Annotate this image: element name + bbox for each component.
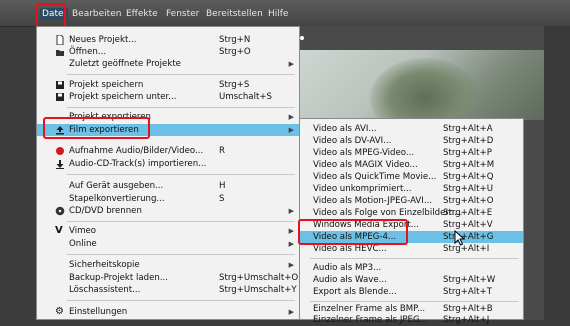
menu-item-cleanup-wizard[interactable]: Löschassistent... Strg+Umschalt+Y: [37, 284, 299, 296]
submenu-item-magix-video[interactable]: Video als MAGIX Video... Strg+Alt+M: [300, 159, 523, 171]
menu-bearbeiten[interactable]: Bearbeiten: [72, 9, 121, 19]
submenu-item-avi[interactable]: Video als AVI... Strg+Alt+A: [300, 123, 523, 135]
preview-image: [300, 50, 544, 120]
menu-item-settings[interactable]: ⚙ Einstellungen ▶: [37, 306, 299, 318]
submenu-item-mpeg[interactable]: Video als MPEG-Video... Strg+Alt+P: [300, 147, 523, 159]
separator: [67, 74, 295, 75]
new-document-icon: [56, 35, 64, 45]
export-submenu: Video als AVI... Strg+Alt+A Video als DV…: [299, 118, 524, 325]
submenu-item-dv-avi[interactable]: Video als DV-AVI... Strg+Alt+D: [300, 135, 523, 147]
submenu-item-mp3[interactable]: Audio als MP3...: [300, 262, 523, 274]
disc-icon: [55, 206, 65, 216]
gear-icon: ⚙: [55, 306, 64, 317]
open-folder-icon: [56, 50, 64, 56]
submenu-arrow-icon: ▶: [288, 227, 294, 235]
submenu-item-frame-jpeg[interactable]: Einzelner Frame als JPEG... Strg+Alt+J: [300, 314, 523, 326]
menu-effekte[interactable]: Effekte: [126, 9, 158, 19]
submenu-arrow-icon: ▶: [288, 126, 294, 134]
menu-fenster[interactable]: Fenster: [166, 9, 199, 19]
monitor-dot: [300, 36, 304, 40]
submenu-item-uncompressed[interactable]: Video unkomprimiert... Strg+Alt+U: [300, 183, 523, 195]
submenu-item-mpeg4[interactable]: Video als MPEG-4... Strg+Alt+G: [300, 231, 523, 243]
submenu-arrow-icon: ▶: [288, 60, 294, 68]
menu-bereitstellen[interactable]: Bereitstellen: [206, 9, 263, 19]
separator: [67, 221, 295, 222]
separator: [67, 254, 295, 255]
menu-datei[interactable]: Datei: [40, 8, 69, 20]
submenu-arrow-icon: ▶: [288, 308, 294, 316]
separator: [310, 258, 519, 259]
menu-item-load-backup[interactable]: Backup-Projekt laden... Strg+Umschalt+O: [37, 272, 299, 284]
save-as-icon: [56, 93, 64, 101]
menu-item-batch-convert[interactable]: Stapelkonvertierung... S: [37, 193, 299, 205]
menu-item-open[interactable]: Öffnen... Strg+O: [37, 46, 299, 58]
menu-hilfe[interactable]: Hilfe: [268, 9, 288, 19]
menu-item-new-project[interactable]: Neues Projekt... Strg+N: [37, 34, 299, 46]
submenu-item-wave[interactable]: Audio als Wave... Strg+Alt+W: [300, 274, 523, 286]
submenu-item-quicktime[interactable]: Video als QuickTime Movie... Strg+Alt+Q: [300, 171, 523, 183]
submenu-arrow-icon: ▶: [288, 261, 294, 269]
submenu-item-motion-jpeg[interactable]: Video als Motion-JPEG-AVI... Strg+Alt+O: [300, 195, 523, 207]
menu-item-import-cd[interactable]: Audio-CD-Track(s) importieren...: [37, 158, 299, 170]
file-menu: Neues Projekt... Strg+N Öffnen... Strg+O…: [36, 26, 300, 320]
separator: [67, 174, 295, 175]
menu-item-online[interactable]: Online ▶: [37, 238, 299, 250]
submenu-item-blend[interactable]: Export als Blende... Strg+Alt+T: [300, 286, 523, 298]
record-icon: [56, 147, 64, 155]
menu-item-vimeo[interactable]: V Vimeo ▶: [37, 225, 299, 237]
submenu-arrow-icon: ▶: [288, 113, 294, 121]
separator: [67, 300, 295, 301]
menu-item-burn-disc[interactable]: CD/DVD brennen ▶: [37, 205, 299, 217]
menu-item-export-project[interactable]: Projekt exportieren ▶: [37, 111, 299, 123]
submenu-item-windows-media[interactable]: Windows Media Export... Strg+Alt+V: [300, 219, 523, 231]
menu-item-save-project[interactable]: Projekt speichern Strg+S: [37, 79, 299, 91]
menu-item-backup[interactable]: Sicherheitskopie ▶: [37, 259, 299, 271]
menu-bar: Datei Bearbeiten Effekte Fenster Bereits…: [0, 0, 570, 27]
menu-item-recent-projects[interactable]: Zuletzt geöffnete Projekte ▶: [37, 58, 299, 70]
submenu-arrow-icon: ▶: [288, 240, 294, 248]
vimeo-icon: V: [55, 225, 63, 236]
separator: [67, 107, 295, 108]
menu-item-save-project-as[interactable]: Projekt speichern unter... Umschalt+S: [37, 91, 299, 103]
export-icon: [56, 126, 64, 135]
submenu-item-hevc[interactable]: Video als HEVC... Strg+Alt+I: [300, 243, 523, 255]
menu-item-record[interactable]: Aufnahme Audio/Bilder/Video... R: [37, 145, 299, 157]
side-strip: [544, 26, 570, 320]
import-icon: [56, 160, 64, 169]
mouse-cursor-icon: [454, 230, 466, 246]
submenu-item-image-sequence[interactable]: Video als Folge von Einzelbildern... Str…: [300, 207, 523, 219]
submenu-arrow-icon: ▶: [288, 207, 294, 215]
menu-item-output-device[interactable]: Auf Gerät ausgeben... H: [37, 180, 299, 192]
save-icon: [56, 81, 64, 89]
menu-item-export-movie[interactable]: Film exportieren ▶: [37, 124, 299, 136]
separator: [310, 301, 519, 302]
